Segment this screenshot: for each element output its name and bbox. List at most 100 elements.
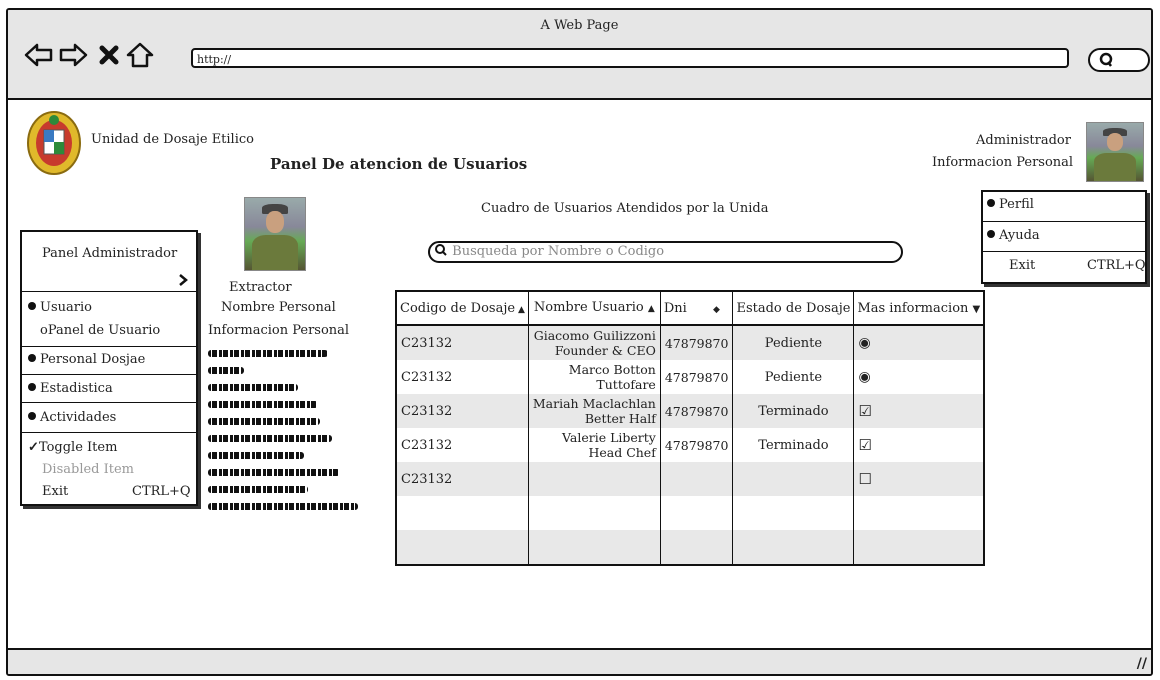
admin-side-menu: Panel Administrador Usuario oPanel de Us… [20,230,198,506]
table-row[interactable]: C23132 Giacomo Guilizzoni Founder & CEO 478… [396,325,985,360]
table-row[interactable]: C23132 Valerie Liberty Head Chef 47879870 Te… [396,428,985,462]
resize-grip-icon[interactable]: // [1137,656,1147,672]
chevron-right-icon[interactable] [178,273,188,287]
checkmark-icon: ✓ [28,440,39,455]
cell-dni: 47879870 [660,360,734,394]
cell-mas-info[interactable]: ☑ [853,394,985,428]
menu-item-actividades[interactable]: Actividades [28,410,116,425]
table-row[interactable]: C23132 ☐ [396,462,985,496]
table-row[interactable] [396,530,985,565]
extractor-role: Extractor [229,280,292,295]
menu-item-estadistica[interactable]: Estadistica [28,381,113,396]
table-caption: Cuadro de Usuarios Atendidos por la Unid… [481,201,769,216]
menu-item-exit[interactable]: Exit [1009,258,1035,273]
cell-dni: 47879870 [660,428,734,462]
sort-icon[interactable]: ▲ [515,305,525,315]
menu-item-label: Perfil [999,197,1034,212]
user-role: Administrador [976,133,1071,148]
cell-codigo: C23132 [396,428,529,462]
menu-item-usuario[interactable]: Usuario [28,300,92,315]
user-name: Valerie Liberty [562,430,656,445]
cell-codigo: C23132 [396,325,529,360]
home-icon[interactable] [125,40,155,70]
menu-item-exit[interactable]: Exit [42,484,68,499]
menu-item-toggle[interactable]: ✓Toggle Item [28,440,117,455]
checkbox-unchecked-icon[interactable]: ☐ [858,470,871,488]
radio-selected-icon[interactable]: ◉ [858,335,870,351]
cell-codigo: C23132 [396,394,529,428]
cell-dni [660,530,734,565]
cell-estado [732,496,855,530]
dropdown-arrow-icon[interactable]: ▼ [973,304,981,315]
menu-item-personal-dosaje[interactable]: Personal Dosjae [28,352,145,367]
bullet-icon [28,302,36,310]
exit-shortcut: CTRL+Q [1087,258,1146,273]
cell-mas-info[interactable] [853,496,985,530]
bullet-icon [28,354,36,362]
menu-item-label: Ayuda [999,228,1040,243]
column-header-codigo[interactable]: Codigo de Dosaje ▲ [396,291,529,326]
column-label: Dni [663,300,687,316]
user-title: Founder & CEO [554,343,656,358]
user-title: Tuttofare [596,377,656,392]
search-placeholder: Busqueda por Nombre o Codigo [452,244,665,259]
page-title: Panel De atencion de Usuarios [270,155,528,173]
back-arrow-icon[interactable] [24,40,54,70]
cell-dni [660,496,734,530]
menu-item-ayuda[interactable]: Ayuda [987,228,1040,243]
search-icon [1099,52,1113,67]
cell-mas-info[interactable]: ☑ [853,428,985,462]
column-header-dni[interactable]: Dni ◆ [660,291,734,326]
cell-mas-info[interactable]: ◉ [853,360,985,394]
browser-statusbar: // [8,648,1151,674]
search-input[interactable]: Busqueda por Nombre o Codigo [428,241,903,263]
cell-codigo: C23132 [396,462,529,496]
menu-item-panel-usuario[interactable]: oPanel de Usuario [40,323,160,338]
cell-mas-info[interactable] [853,530,985,565]
cell-mas-info[interactable]: ◉ [853,325,985,360]
cell-codigo [396,530,529,565]
menu-item-label: Actividades [40,410,117,425]
browser-search-button[interactable] [1088,48,1150,72]
checkbox-checked-icon[interactable]: ☑ [858,436,871,454]
bullet-icon [987,230,995,238]
cell-estado: Pediente [732,325,855,360]
cell-estado [732,530,855,565]
sort-icon[interactable]: ◆ [713,305,720,315]
cell-codigo: C23132 [396,360,529,394]
sort-ascending-icon[interactable]: ▲ [648,304,655,314]
menu-title: Panel Administrador [42,246,178,261]
column-header-mas-info[interactable]: Mas informacion ▼ [853,291,985,326]
cell-nombre: Giacomo Guilizzoni Founder & CEO [528,325,661,360]
cell-estado: Pediente [732,360,855,394]
user-info-link[interactable]: Informacion Personal [932,155,1073,170]
url-input[interactable]: http:// [191,48,1069,68]
column-header-estado[interactable]: Estado de Dosaje [732,291,855,326]
users-table: Codigo de Dosaje ▲ Nombre Usuario ▲ Dni … [395,290,986,566]
cell-nombre: Valerie Liberty Head Chef [528,428,661,462]
cell-estado: Terminado [732,394,855,428]
column-label: Nombre Usuario [533,299,644,315]
exit-shortcut: CTRL+Q [132,484,191,499]
column-label: Codigo de Dosaje [400,300,516,316]
cell-nombre [528,530,661,565]
menu-item-label: Usuario [40,300,92,315]
window-title: A Web Page [540,18,619,33]
forward-arrow-icon[interactable] [58,40,88,70]
police-emblem-logo [27,111,81,175]
radio-selected-icon[interactable]: ◉ [858,369,870,385]
menu-item-perfil[interactable]: Perfil [987,197,1034,212]
checkbox-checked-icon[interactable]: ☑ [858,402,871,420]
table-row[interactable]: C23132 Mariah Maclachlan Better Half 478798… [396,394,985,428]
browser-window: A Web Page http:// Unidad de Dosaje Etil… [6,8,1153,676]
admin-avatar[interactable] [1086,122,1144,182]
table-row[interactable]: C23132 Marco Botton Tuttofare 47879870 Pedie… [396,360,985,394]
cell-mas-info[interactable]: ☐ [853,462,985,496]
cell-nombre: Mariah Maclachlan Better Half [528,394,661,428]
user-name: Marco Botton [568,362,656,377]
close-x-icon[interactable] [94,40,124,70]
extractor-photo [244,197,306,271]
column-header-nombre[interactable]: Nombre Usuario ▲ [528,291,661,326]
cell-dni: 47879870 [660,394,734,428]
table-row[interactable] [396,496,985,530]
